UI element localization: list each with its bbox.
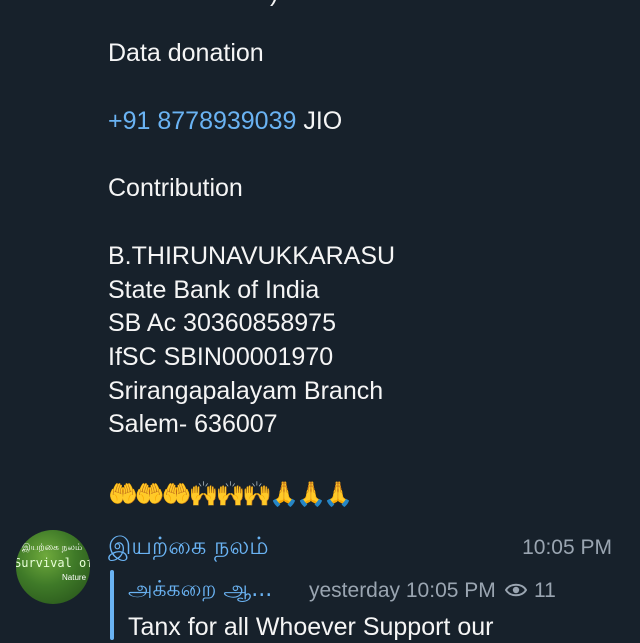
carrier-label: JIO	[296, 107, 343, 135]
contribution-heading: Contribution	[108, 174, 243, 202]
reply-sender-name[interactable]: அக்கறை ஆ...	[128, 574, 272, 606]
reply-message-text: Tanx for all Whoever Support our	[128, 613, 494, 641]
emoji-row: 🤲🤲🤲🙌🙌🙌🙏🙏🙏	[108, 480, 353, 508]
message-time: 10:05 PM	[522, 536, 612, 559]
reply-quote-bar	[110, 570, 114, 640]
eye-icon	[505, 583, 527, 597]
views-count: 11	[534, 579, 556, 602]
branch-name: Srirangapalayam Branch	[108, 377, 384, 405]
avatar-title-text: இயற்கை நலம்	[22, 543, 83, 553]
account-number: SB Ac 30360858975	[108, 309, 336, 337]
avatar-caption-text: Nature	[62, 573, 87, 582]
sender-name[interactable]: இயற்கை நலம்	[108, 530, 269, 562]
account-holder-name: B.THIRUNAVUKKARASU	[108, 242, 396, 270]
city-pincode: Salem- 636007	[108, 410, 278, 438]
ifsc-code: IfSC SBIN00001970	[108, 343, 334, 371]
truncated-text-fragment: )	[270, 0, 278, 8]
reply-time: yesterday 10:05 PM	[309, 579, 496, 602]
bank-name: State Bank of India	[108, 276, 320, 304]
channel-avatar[interactable]: இயற்கை நலம் Survival of Nature	[16, 530, 90, 604]
data-donation-heading: Data donation	[108, 39, 264, 67]
phone-number-link[interactable]: +91 8778939039	[108, 107, 296, 135]
avatar-subtitle-text: Survival of	[16, 556, 90, 570]
phone-line: +91 8778939039 JIO	[108, 106, 342, 136]
